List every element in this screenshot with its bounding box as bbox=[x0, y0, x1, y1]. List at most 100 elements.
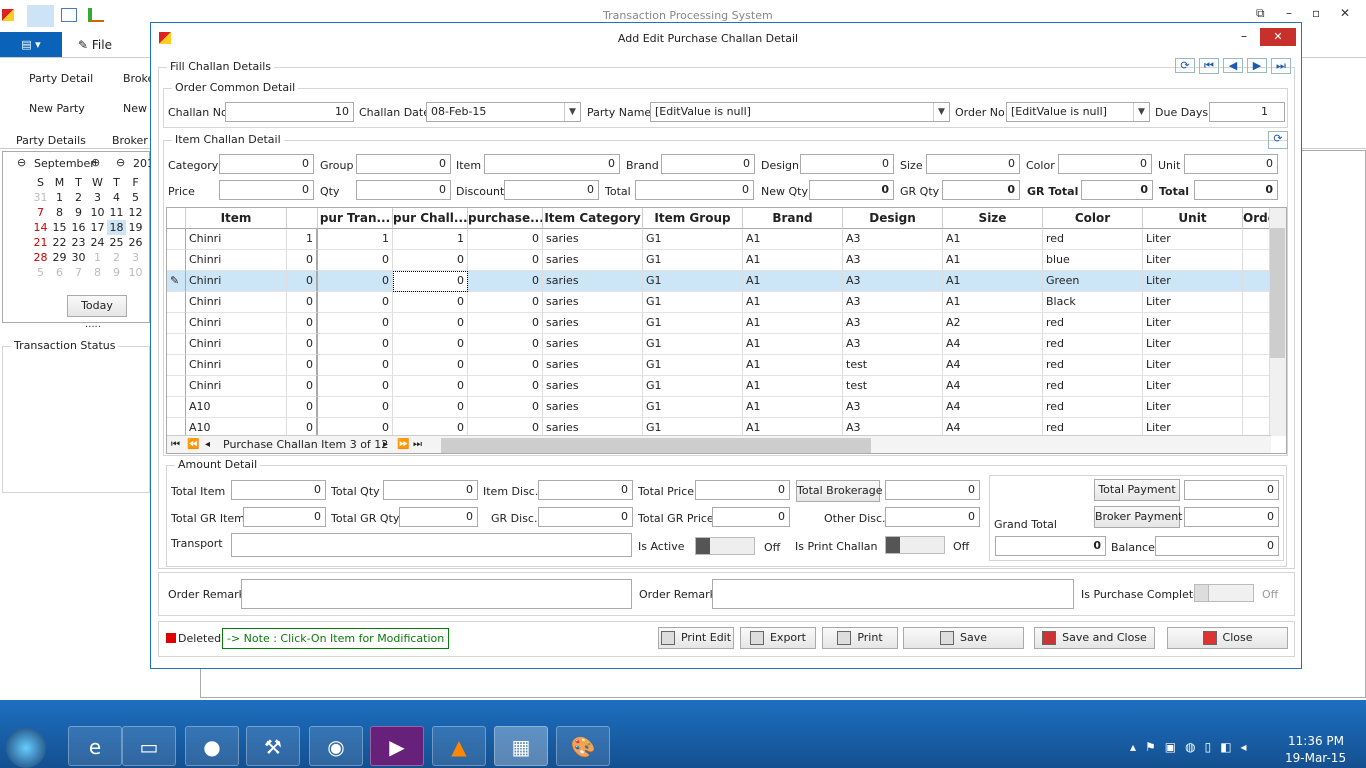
table-cell[interactable]: G1 bbox=[643, 292, 743, 313]
table-cell[interactable]: 0 bbox=[468, 334, 543, 355]
table-cell[interactable]: 0 bbox=[318, 334, 393, 355]
table-cell[interactable]: 0 bbox=[468, 355, 543, 376]
start-button[interactable] bbox=[6, 728, 46, 768]
gr-qty-input[interactable]: 0 bbox=[942, 180, 1020, 200]
table-cell[interactable]: 0 bbox=[287, 313, 318, 334]
table-cell[interactable]: Chinri bbox=[186, 229, 287, 250]
calendar-day[interactable]: 24 bbox=[88, 235, 107, 250]
table-cell[interactable]: 0 bbox=[393, 334, 468, 355]
table-cell[interactable]: Chinri bbox=[186, 355, 287, 376]
minimize-icon[interactable]: – bbox=[1286, 6, 1292, 20]
table-cell[interactable]: Chinri bbox=[186, 250, 287, 271]
edit-pencil-icon[interactable]: ✎ bbox=[167, 271, 186, 292]
table-cell[interactable]: saries bbox=[543, 292, 643, 313]
table-cell[interactable] bbox=[1243, 334, 1271, 355]
calendar-day[interactable]: 26 bbox=[126, 235, 145, 250]
next-month-icon[interactable]: ⊕ bbox=[91, 156, 100, 169]
table-cell[interactable]: red bbox=[1043, 376, 1143, 397]
new-qty-input[interactable]: 0 bbox=[809, 180, 894, 200]
table-cell[interactable]: 0 bbox=[468, 229, 543, 250]
table-cell[interactable]: G1 bbox=[643, 334, 743, 355]
layout-icon[interactable] bbox=[27, 5, 54, 27]
table-cell[interactable] bbox=[1243, 313, 1271, 334]
column-header[interactable]: Unit bbox=[1143, 208, 1243, 229]
column-header[interactable]: pur Tran... bbox=[318, 208, 393, 229]
calendar-day[interactable]: 19 bbox=[126, 220, 145, 235]
table-cell[interactable]: Green bbox=[1043, 271, 1143, 292]
first-page-icon[interactable]: ⏮ bbox=[171, 436, 180, 453]
prev-row-icon[interactable]: ◂ bbox=[205, 436, 210, 453]
table-cell[interactable]: G1 bbox=[643, 313, 743, 334]
table-cell[interactable]: 0 bbox=[393, 397, 468, 418]
table-cell[interactable]: G1 bbox=[643, 250, 743, 271]
group-input[interactable]: 0 bbox=[356, 154, 451, 174]
calendar-day[interactable]: 5 bbox=[126, 190, 145, 205]
prev-year-icon[interactable]: ⊖ bbox=[116, 156, 125, 169]
table-cell[interactable]: A1 bbox=[943, 271, 1043, 292]
calendar-grid[interactable]: S M T W T F 31 1 2 3 4 5 7 8 9 10 11 12 14 15 16 17 18 19 21 22 23… bbox=[31, 175, 145, 280]
table-cell[interactable]: A1 bbox=[743, 376, 843, 397]
clock-time[interactable]: 11:36 PM bbox=[1288, 734, 1344, 748]
is-active-toggle[interactable] bbox=[695, 537, 755, 555]
calendar-day[interactable]: 16 bbox=[69, 220, 88, 235]
row-indicator[interactable] bbox=[167, 334, 186, 355]
table-cell[interactable]: A4 bbox=[943, 397, 1043, 418]
table-cell[interactable]: Chinri bbox=[186, 292, 287, 313]
table-cell[interactable]: A10 bbox=[186, 397, 287, 418]
table-cell[interactable]: Liter bbox=[1143, 250, 1243, 271]
table-cell[interactable]: A1 bbox=[743, 292, 843, 313]
taskbar-vlc[interactable]: ▲ bbox=[432, 726, 486, 766]
table-cell[interactable]: A3 bbox=[843, 271, 943, 292]
table-cell[interactable]: G1 bbox=[643, 397, 743, 418]
chevron-down-icon[interactable]: ▼ bbox=[933, 103, 949, 121]
table-cell[interactable]: test bbox=[843, 355, 943, 376]
horizontal-scrollbar[interactable] bbox=[441, 438, 871, 453]
table-cell[interactable]: Liter bbox=[1143, 334, 1243, 355]
grid-icon[interactable] bbox=[61, 8, 77, 22]
new-party-button[interactable]: New Party bbox=[29, 102, 85, 115]
dialog-minimize-button[interactable]: – bbox=[1241, 29, 1247, 43]
column-header[interactable]: Design bbox=[843, 208, 943, 229]
table-cell[interactable]: Liter bbox=[1143, 397, 1243, 418]
party-name-dropdown[interactable]: [EditValue is null] ▼ bbox=[650, 102, 950, 122]
calendar-day[interactable]: 3 bbox=[126, 250, 145, 265]
table-cell[interactable]: A1 bbox=[743, 397, 843, 418]
last-page-icon[interactable]: ⏭ bbox=[413, 436, 422, 453]
party-detail-button[interactable]: Party Detail bbox=[29, 72, 93, 85]
row-indicator[interactable] bbox=[167, 250, 186, 271]
table-cell[interactable]: 0 bbox=[393, 376, 468, 397]
table-cell[interactable]: Black bbox=[1043, 292, 1143, 313]
total-price-input[interactable]: 0 bbox=[695, 480, 790, 500]
purchase-complete-toggle[interactable] bbox=[1194, 584, 1254, 602]
calendar-day[interactable]: 3 bbox=[88, 190, 107, 205]
calendar-day[interactable]: 31 bbox=[31, 190, 50, 205]
total-brokerage-button[interactable]: Total Brokerage bbox=[796, 480, 883, 502]
other-disc-input[interactable]: 0 bbox=[885, 507, 980, 527]
table-cell[interactable]: A1 bbox=[743, 355, 843, 376]
discount-input[interactable]: 0 bbox=[504, 180, 599, 200]
table-cell[interactable]: test bbox=[843, 376, 943, 397]
table-cell[interactable] bbox=[1243, 397, 1271, 418]
challan-no-input[interactable]: 10 bbox=[225, 102, 354, 122]
calendar-day[interactable]: 18 bbox=[107, 220, 126, 235]
table-cell[interactable]: A3 bbox=[843, 313, 943, 334]
item-disc-input[interactable]: 0 bbox=[538, 480, 633, 500]
first-record-icon[interactable]: ⏮ bbox=[1199, 58, 1219, 74]
table-cell[interactable]: 0 bbox=[393, 250, 468, 271]
close-button[interactable]: Close bbox=[1167, 627, 1288, 649]
calendar-day[interactable]: 11 bbox=[107, 205, 126, 220]
table-cell[interactable]: saries bbox=[543, 376, 643, 397]
calendar-day[interactable]: 21 bbox=[31, 235, 50, 250]
system-tray[interactable]: ▴⚑▣◍▯◧◂ bbox=[1130, 740, 1256, 754]
table-cell[interactable] bbox=[1243, 250, 1271, 271]
table-cell[interactable]: 0 bbox=[318, 355, 393, 376]
table-cell[interactable]: Chinri bbox=[186, 313, 287, 334]
calendar-day[interactable]: 1 bbox=[50, 190, 69, 205]
taskbar-internet-explorer[interactable]: e bbox=[68, 726, 122, 766]
gr-total-input[interactable]: 0 bbox=[1081, 180, 1153, 200]
table-cell[interactable]: A3 bbox=[843, 292, 943, 313]
prev-page-icon[interactable]: ⏪ bbox=[187, 436, 199, 453]
table-cell[interactable]: 0 bbox=[468, 397, 543, 418]
table-cell[interactable] bbox=[1243, 271, 1271, 292]
calendar-day[interactable]: 8 bbox=[88, 265, 107, 280]
